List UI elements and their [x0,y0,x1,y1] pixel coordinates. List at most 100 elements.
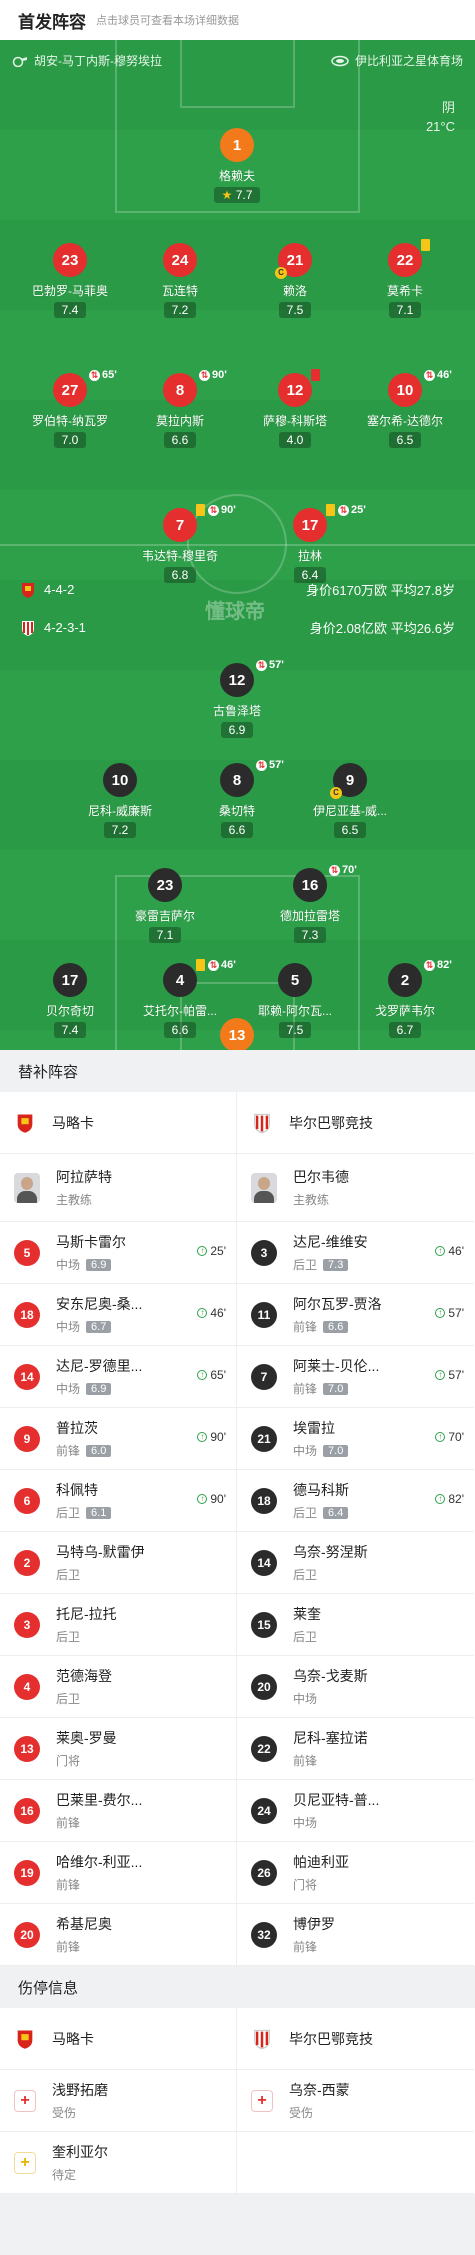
away-player[interactable]: 23 豪雷吉萨尔 7.1 [110,868,220,944]
away-coach[interactable]: 巴尔韦德 主教练 [237,1154,474,1222]
player-number-text: 10 [396,381,414,399]
away-player[interactable]: 10 尼科-威廉斯 7.2 [65,763,175,839]
player-number: 22 [251,1735,277,1762]
sub-in-icon: ↑ [435,1494,446,1504]
player-position: 中场 [56,1320,81,1334]
home-sub-player[interactable]: 18 安东尼奥-桑... 中场 6.7 ↑ 46' [0,1284,237,1346]
away-player[interactable]: 17 贝尔奇切 7.4 [15,963,125,1039]
home-team-name: 马略卡 [52,2030,94,2047]
away-injured-player[interactable]: + 乌奈-西蒙 受伤 [237,2070,474,2132]
sub-event: ⇅ 46' [424,369,452,381]
home-sub-player[interactable]: 19 哈维尔-利亚... 前锋 [0,1842,237,1904]
sub-event: ⇅ 57' [256,759,284,771]
player-number-text: 23 [61,251,79,269]
away-team-name: 毕尔巴鄂竞技 [289,1114,373,1131]
player-number-text: 5 [23,1245,31,1260]
home-player[interactable]: 21 C 赖洛 7.5 [240,243,350,319]
player-number-text: 13 [228,1026,246,1044]
athletic-logo-icon [22,620,34,636]
home-player[interactable]: 24 瓦连特 7.2 [125,243,235,319]
away-player[interactable]: 8 ⇅ 57' 桑切特 6.6 [182,759,292,839]
player-number: 9C [330,763,367,799]
player-rating: 7.2 [163,302,197,318]
player-number: 13 [220,1018,254,1050]
home-sub-player[interactable]: 2 马特乌-默雷伊 后卫 [0,1532,237,1594]
away-sub-player[interactable]: 11 阿尔瓦罗-贾洛 前锋 6.6 ↑ 57' [237,1284,474,1346]
home-player[interactable]: 27 ⇅ 65' 罗伯特-纳瓦罗 7.0 [15,369,125,449]
home-sub-player[interactable]: 9 普拉茨 前锋 6.0 ↑ 90' [0,1408,237,1470]
away-sub-player[interactable]: 24 贝尼亚特-普... 中场 [237,1780,474,1842]
away-player[interactable]: 16 ⇅ 70' 德加拉雷塔 7.3 [255,864,365,944]
player-position: 后卫 [56,1568,81,1582]
home-sub-player[interactable]: 3 托尼-拉托 后卫 [0,1594,237,1656]
away-sub-player[interactable]: 32 博伊罗 前锋 [237,1904,474,1966]
player-number: 7 ⇅ 90' [163,504,236,542]
player-position: 门将 [293,1878,318,1892]
player-position: 前锋 [293,1940,318,1954]
player-rating: 7.3 [323,1258,349,1271]
sub-out-icon: ⇅ [208,504,219,516]
home-coach[interactable]: 阿拉萨特 主教练 [0,1154,237,1222]
home-player[interactable]: 17 ⇅ 25' 拉林 6.4 [255,504,366,584]
player-rating: 7.0 [323,1444,349,1457]
sub-minute: 57' [448,1306,464,1320]
home-team-header[interactable]: 马略卡 [0,1092,237,1154]
away-player[interactable]: 9 C 伊尼亚基-威... 6.5 [295,763,405,839]
home-player[interactable]: 7 ⇅ 90' 韦达特-穆里奇 6.8 [125,504,236,584]
away-player[interactable]: 2 ⇅ 82' 戈罗萨韦尔 6.7 [350,959,460,1039]
athletic-logo-icon [254,2029,270,2049]
player-name: 乌奈-努涅斯 [293,1544,368,1560]
home-sub-player[interactable]: 5 马斯卡雷尔 中场 6.9 ↑ 25' [0,1222,237,1284]
away-sub-player[interactable]: 26 帕迪利亚 门将 [237,1842,474,1904]
injury-row: + 奎利亚尔 待定 [0,2132,475,2194]
player-position: 中场 [293,1816,318,1830]
home-player[interactable]: 22 莫希卡 7.1 [350,239,460,319]
player-number-text: 18 [20,1307,34,1322]
home-sub-player[interactable]: 20 希基尼奥 前锋 [0,1904,237,1966]
player-number: 12 [278,369,320,407]
home-player[interactable]: 12 萨穆-科斯塔 4.0 [240,369,350,449]
home-sub-player[interactable]: 13 莱奥-罗曼 门将 [0,1718,237,1780]
home-coach-role: 主教练 [56,1193,93,1207]
away-player[interactable]: 13阿吉雷萨瓦拉7.2 [182,1018,292,1050]
home-sub-player[interactable]: 4 范德海登 后卫 [0,1656,237,1718]
away-sub-player[interactable]: 20 乌奈-戈麦斯 中场 [237,1656,474,1718]
away-sub-player[interactable]: 22 尼科-塞拉诺 前锋 [237,1718,474,1780]
sub-out-icon: ⇅ [424,369,435,381]
home-player[interactable]: 23 巴勃罗-马菲奥 7.4 [15,243,125,319]
injuries-list: 马略卡 毕尔巴鄂竞技 + 浅野拓磨 受伤 + 乌奈-西蒙 受伤 + 奎利亚尔 待定 [0,2008,475,2194]
sub-minute: 90' [212,369,227,381]
away-team-header[interactable]: 毕尔巴鄂竞技 [237,1092,474,1154]
home-sub-player[interactable]: 6 科佩特 后卫 6.1 ↑ 90' [0,1470,237,1532]
away-player[interactable]: 12 ⇅ 57' 古鲁泽塔 6.9 [182,659,292,739]
home-sub-player[interactable]: 16 巴莱里-费尔... 前锋 [0,1780,237,1842]
sub-event: ⇅ 25' [338,504,366,516]
away-sub-player[interactable]: 3 达尼-维维安 后卫 7.3 ↑ 46' [237,1222,474,1284]
away-sub-player[interactable]: 7 阿莱士-贝伦... 前锋 7.0 ↑ 57' [237,1346,474,1408]
sub-minute: 82' [448,1492,464,1506]
home-injured-player[interactable]: + 奎利亚尔 待定 [0,2132,237,2194]
home-sub-player[interactable]: 14 达尼-罗德里... 中场 6.9 ↑ 65' [0,1346,237,1408]
sub-out-icon: ⇅ [424,959,435,971]
away-sub-player[interactable]: 18 德马科斯 后卫 6.4 ↑ 82' [237,1470,474,1532]
rating-value: 6.6 [171,433,189,447]
away-team-header[interactable]: 毕尔巴鄂竞技 [237,2008,474,2070]
player-number: 21 C [275,243,312,279]
player-number: 17 [53,963,87,997]
away-sub-player[interactable]: 15 莱奎 后卫 [237,1594,474,1656]
home-injured-player[interactable]: + 浅野拓磨 受伤 [0,2070,237,2132]
home-player[interactable]: 10 ⇅ 46' 塞尔希-达德尔 6.5 [350,369,460,449]
away-sub-player[interactable]: 21 埃雷拉 中场 7.0 ↑ 70' [237,1408,474,1470]
home-player[interactable]: 1 格赖夫 ★ 7.7 [182,128,292,204]
player-number-text: 20 [20,1927,34,1942]
away-age: 平均26.6岁 [390,621,455,636]
player-number: 27 ⇅ 65' [53,369,117,407]
home-team-header[interactable]: 马略卡 [0,2008,237,2070]
away-sub-player[interactable]: 14 乌奈-努涅斯 后卫 [237,1532,474,1594]
player-rating: 6.1 [86,1506,112,1519]
player-number: 12 ⇅ 57' [220,659,284,697]
sub-minute: 46' [437,369,452,381]
sub-out-icon: ⇅ [199,369,210,381]
home-player[interactable]: 8 ⇅ 90' 莫拉内斯 6.6 [125,369,235,449]
captain-icon: C [330,787,342,799]
